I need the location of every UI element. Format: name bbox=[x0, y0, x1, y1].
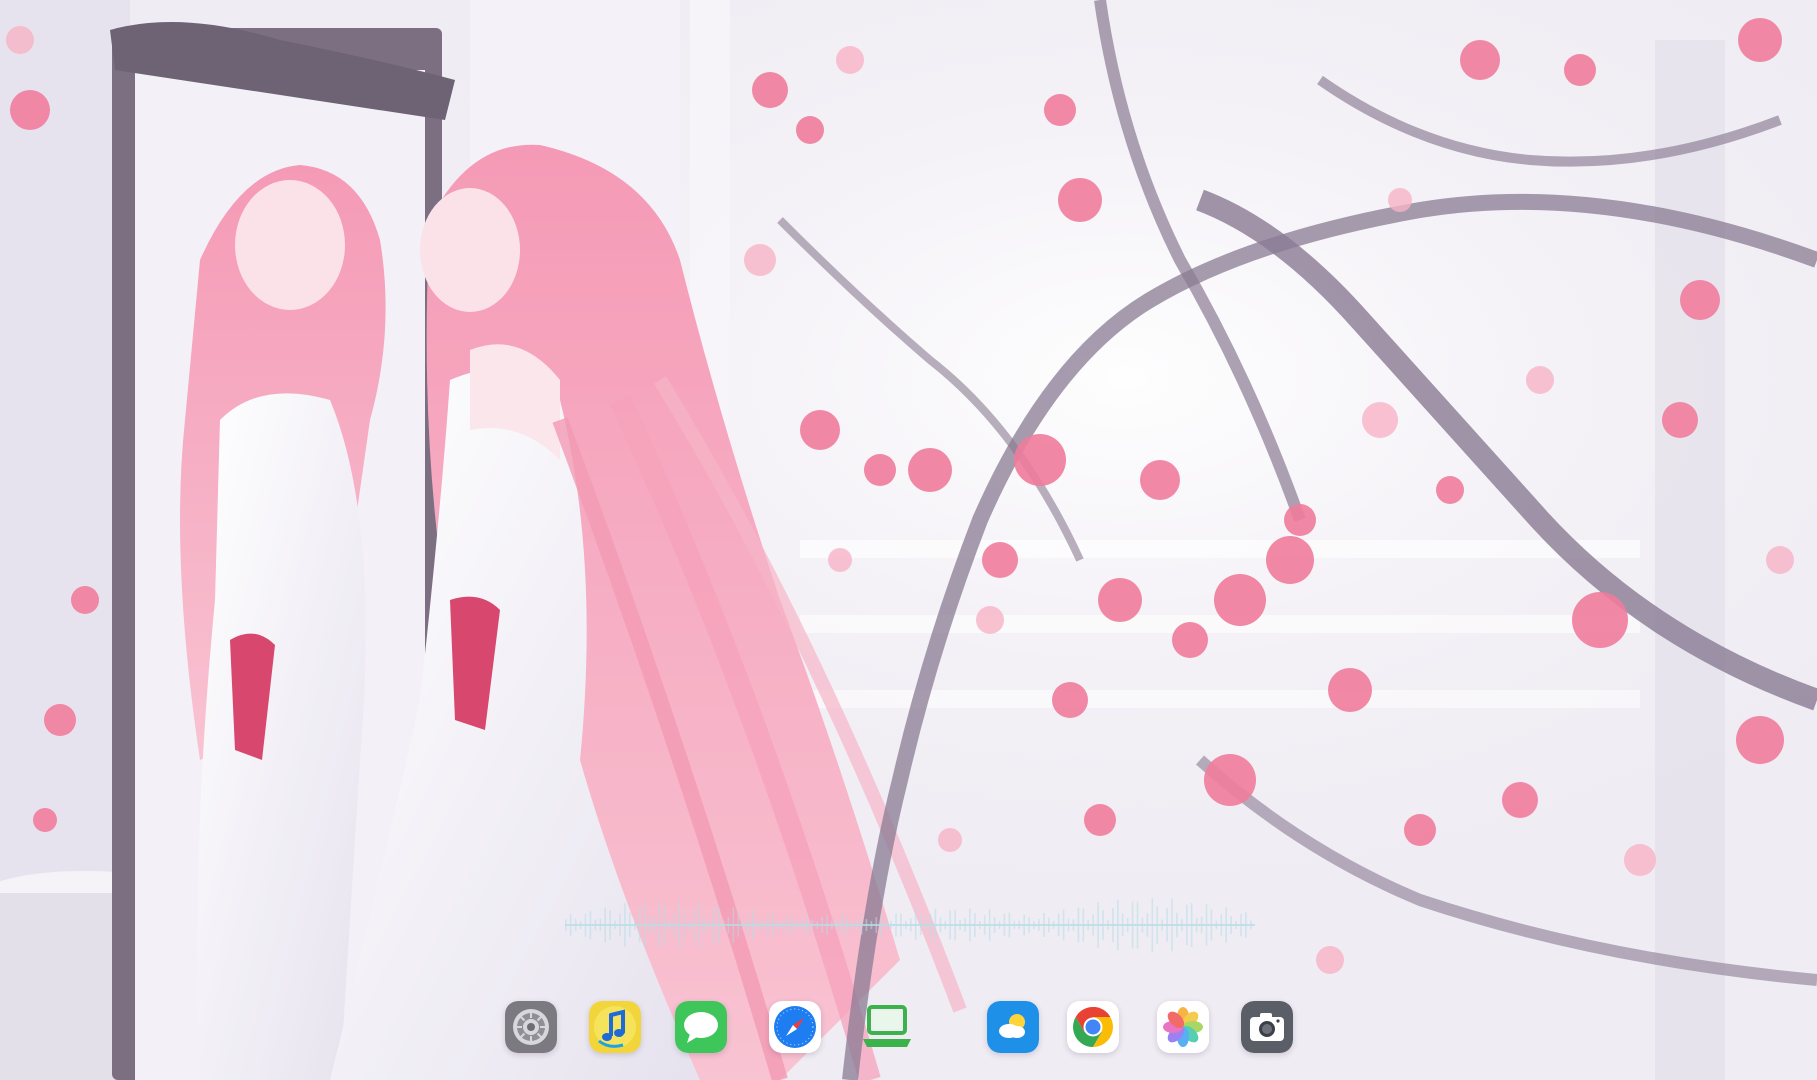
photos-flower-icon bbox=[1157, 1001, 1209, 1053]
dock-item-weather[interactable] bbox=[987, 1001, 1039, 1053]
dock-item-system-settings[interactable] bbox=[505, 1001, 557, 1053]
dock-item-photos[interactable] bbox=[1157, 1001, 1209, 1053]
dock-item-chrome[interactable] bbox=[1067, 1001, 1119, 1053]
dock-item-messages[interactable] bbox=[675, 1001, 727, 1053]
desktop bbox=[0, 0, 1817, 1080]
settings-gear-icon bbox=[505, 1001, 557, 1053]
compass-icon bbox=[769, 1001, 821, 1053]
dock-item-camera[interactable] bbox=[1241, 1001, 1293, 1053]
chat-bubble-icon bbox=[675, 1001, 727, 1053]
audio-visualizer bbox=[565, 898, 1255, 952]
visualizer-baseline bbox=[565, 924, 1255, 926]
cloud-sun-icon bbox=[987, 1001, 1039, 1053]
music-note-icon bbox=[589, 1001, 641, 1053]
camera-icon bbox=[1241, 1001, 1293, 1053]
chrome-icon bbox=[1067, 1001, 1119, 1053]
dock bbox=[505, 1001, 1293, 1059]
laptop-icon bbox=[863, 1005, 911, 1047]
dock-item-music[interactable] bbox=[589, 1001, 641, 1053]
dock-item-safari[interactable] bbox=[769, 1001, 821, 1053]
dock-item-remote-desktop[interactable] bbox=[861, 1001, 913, 1053]
